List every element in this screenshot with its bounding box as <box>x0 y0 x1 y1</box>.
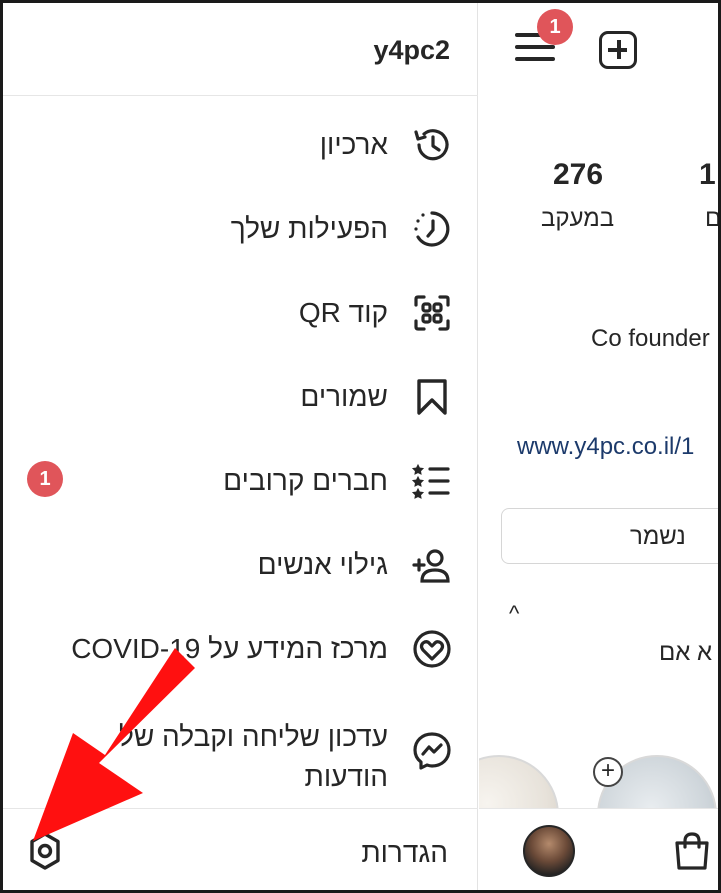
menu-item-qr-code[interactable]: קוד QR <box>3 281 478 341</box>
settings-label: הגדרות <box>361 837 448 868</box>
saved-button[interactable]: נשמר <box>501 508 718 564</box>
profile-bio: Co founder <box>591 325 710 352</box>
following-label: במעקב <box>541 205 615 232</box>
menu-item-covid-info[interactable]: מרכז המידע על COVID-19 <box>3 617 478 677</box>
menu-notification-badge: 1 <box>537 9 573 45</box>
menu-label: עדכון שליחה וקבלה של הודעות <box>119 721 388 792</box>
new-post-icon[interactable] <box>599 31 637 69</box>
menu-label: מרכז המידע על COVID-19 <box>71 633 388 664</box>
following-count[interactable]: 276 <box>553 158 603 192</box>
menu-label: גילוי אנשים <box>257 549 388 580</box>
menu-item-messaging-update[interactable]: עדכון שליחה וקבלה של הודעות <box>3 719 478 792</box>
covid-heart-icon <box>410 627 454 671</box>
add-person-icon <box>410 543 454 587</box>
bottom-nav-bar <box>479 808 718 890</box>
menu-item-your-activity[interactable]: הפעילות שלך <box>3 197 478 257</box>
menu-item-archive[interactable]: ארכיון <box>3 113 478 173</box>
drawer-header: y4pc2 <box>3 3 478 96</box>
close-friends-badge: 1 <box>27 461 63 497</box>
qr-code-icon <box>410 291 454 335</box>
activity-clock-icon <box>410 207 454 251</box>
app-frame: y4pc2 ארכיון הפעילות שלך קוד QR שמורים ח… <box>0 0 721 893</box>
avatar[interactable] <box>523 825 575 877</box>
profile-text-partial: א אם <box>659 639 713 666</box>
followers-count[interactable]: 1 <box>699 158 716 192</box>
menu-label: שמורים <box>300 381 388 412</box>
menu-label: חברים קרובים <box>223 465 388 496</box>
gear-icon[interactable] <box>25 831 65 871</box>
menu-item-discover-people[interactable]: גילוי אנשים <box>3 533 478 593</box>
side-drawer: y4pc2 ארכיון הפעילות שלך קוד QR שמורים ח… <box>3 3 478 890</box>
bookmark-icon <box>410 375 454 419</box>
username: y4pc2 <box>373 35 450 65</box>
profile-panel: 1 276 במעקב 1 ם Co founder www.y4pc.co.i… <box>479 3 721 890</box>
profile-link[interactable]: www.y4pc.co.il/1 <box>517 433 694 461</box>
menu-item-close-friends[interactable]: חברים קרובים 1 <box>3 449 478 509</box>
menu-item-saved[interactable]: שמורים <box>3 365 478 425</box>
saved-button-label: נשמר <box>630 523 686 550</box>
collapse-caret-icon[interactable]: ^ <box>509 601 519 627</box>
followers-label: ם <box>705 205 721 232</box>
menu-label: הפעילות שלך <box>230 213 388 244</box>
messenger-icon <box>410 729 454 773</box>
archive-history-icon <box>410 123 454 167</box>
menu-label: קוד QR <box>298 297 388 328</box>
menu-label: ארכיון <box>319 129 388 160</box>
close-friends-list-icon <box>410 459 454 503</box>
settings-row[interactable]: הגדרות <box>3 808 478 890</box>
add-story-icon[interactable]: + <box>593 757 623 787</box>
shopping-bag-icon[interactable] <box>673 831 711 871</box>
